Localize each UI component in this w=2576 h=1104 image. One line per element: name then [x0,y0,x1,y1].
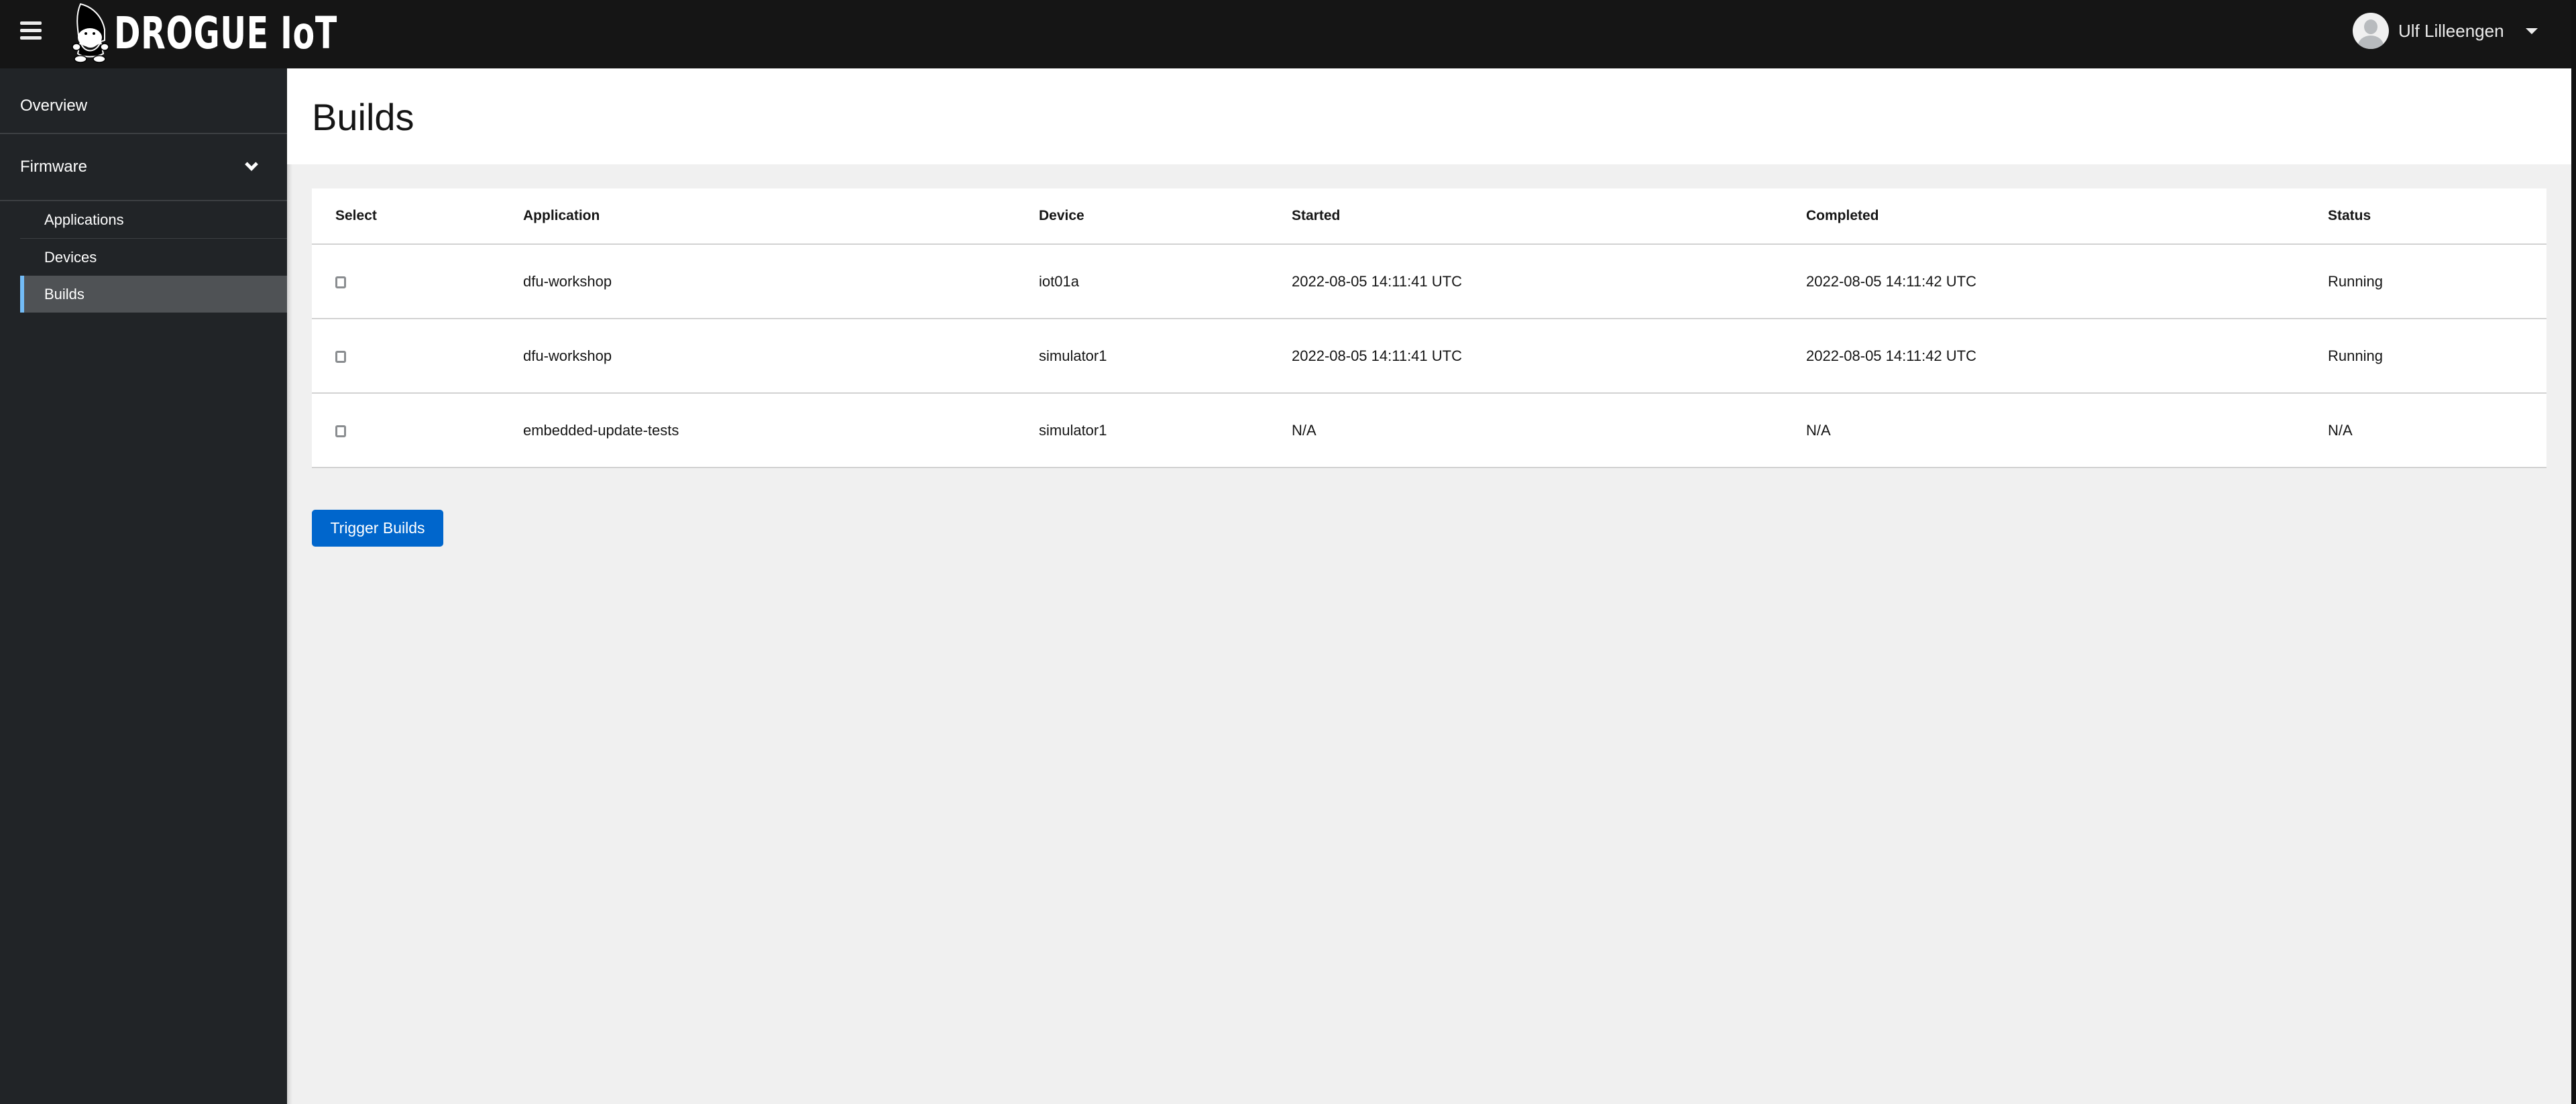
builds-table-card: Select Application Device Started Comple… [312,188,2546,468]
gnome-logo-icon [72,3,109,63]
sidebar-item-applications[interactable]: Applications [20,201,287,239]
top-header: DROGUE IoT Ulf Lilleengen [0,0,2571,68]
cell-status: Running [2327,244,2546,319]
cell-completed: 2022-08-05 14:11:42 UTC [1805,244,2327,319]
cell-started: 2022-08-05 14:11:41 UTC [1291,244,1805,319]
brand-name: DROGUE IoT [114,7,337,59]
sidebar-item-firmware[interactable]: Firmware [0,134,287,201]
trigger-builds-button[interactable]: Trigger Builds [312,510,443,547]
builds-table: Select Application Device Started Comple… [312,188,2546,468]
column-header-device: Device [1038,188,1291,245]
cell-completed: 2022-08-05 14:11:42 UTC [1805,319,2327,394]
cell-started: N/A [1291,393,1805,468]
page-title: Builds [312,96,414,138]
sidebar-shadow [287,68,292,1104]
sidebar-item-overview[interactable]: Overview [0,68,287,134]
cell-device: simulator1 [1038,319,1291,394]
sidebar-item-label: Builds [44,286,85,302]
column-header-completed: Completed [1805,188,2327,245]
page-header: Builds [287,68,2571,164]
sidebar-item-label: Devices [44,249,97,266]
row-select-checkbox[interactable] [335,425,346,437]
user-avatar-icon [2353,13,2389,49]
cell-device: iot01a [1038,244,1291,319]
table-row: dfu-workshop iot01a 2022-08-05 14:11:41 … [312,244,2546,319]
adjacent-window-edge [2571,0,2576,1104]
table-header-row: Select Application Device Started Comple… [312,188,2546,245]
column-header-status: Status [2327,188,2546,245]
caret-down-icon [2525,27,2538,34]
cell-status: N/A [2327,393,2546,468]
sidebar-item-label: Firmware [20,158,87,176]
hamburger-icon[interactable] [20,21,42,40]
cell-started: 2022-08-05 14:11:41 UTC [1291,319,1805,394]
cell-application: dfu-workshop [522,319,1038,394]
cell-device: simulator1 [1038,393,1291,468]
sidebar-item-devices[interactable]: Devices [20,239,287,276]
sidebar-item-label: Overview [20,97,88,115]
column-header-started: Started [1291,188,1805,245]
sidebar-item-label: Applications [44,211,124,228]
column-header-application: Application [522,188,1038,245]
table-row: dfu-workshop simulator1 2022-08-05 14:11… [312,319,2546,394]
row-select-checkbox[interactable] [335,350,346,363]
chevron-down-icon [245,158,258,171]
sidebar-item-builds[interactable]: Builds [20,276,287,313]
cell-application: dfu-workshop [522,244,1038,319]
user-menu-toggle[interactable]: Ulf Lilleengen [2353,12,2538,50]
cell-status: Running [2327,319,2546,394]
user-name: Ulf Lilleengen [2398,20,2504,41]
table-row: embedded-update-tests simulator1 N/A N/A… [312,393,2546,468]
row-select-checkbox[interactable] [335,276,346,288]
sidebar: Overview Firmware Applications Devices B… [0,68,287,1104]
firmware-subnav: Applications Devices Builds [20,201,287,313]
cell-application: embedded-update-tests [522,393,1038,468]
brand-logo[interactable]: DROGUE IoT [66,0,424,66]
cell-completed: N/A [1805,393,2327,468]
column-header-select: Select [312,188,522,245]
